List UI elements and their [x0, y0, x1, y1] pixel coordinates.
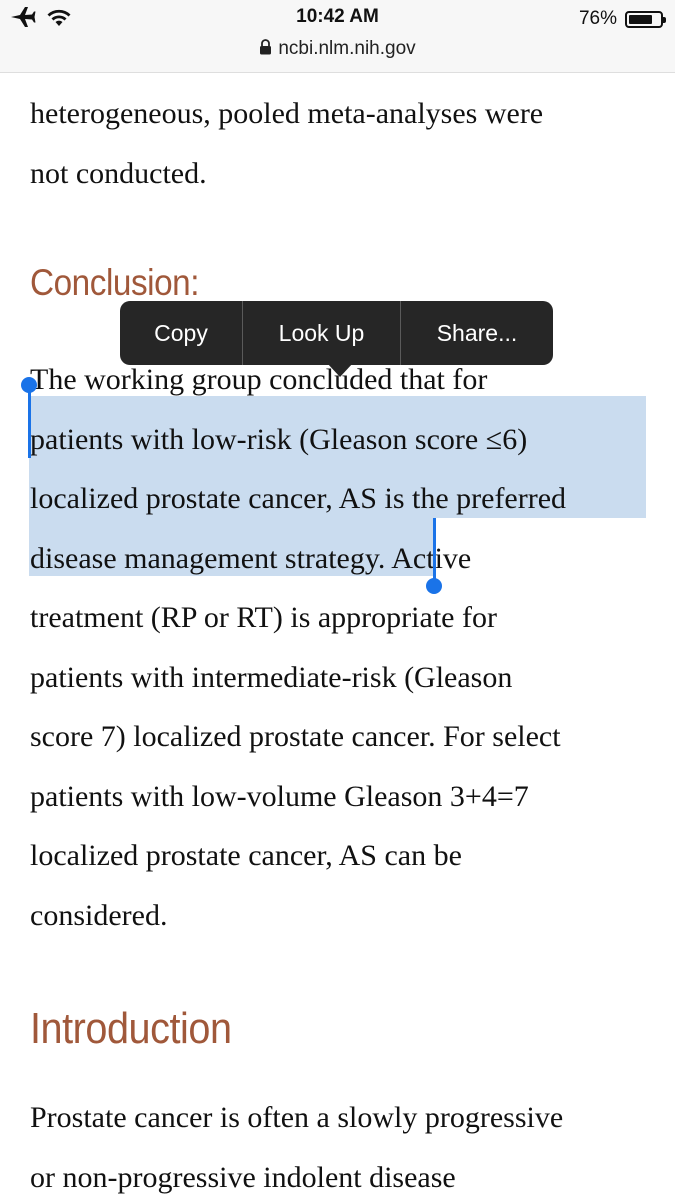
conclusion-paragraph[interactable]: The working group concluded that for pat… [30, 350, 650, 945]
selection-start-handle[interactable] [28, 388, 31, 458]
status-time: 10:42 AM [296, 6, 379, 27]
paragraph-line: treatment (RP or RT) is appropriate for [30, 601, 497, 634]
look-up-button[interactable]: Look Up [243, 301, 401, 365]
selected-text-end: disease management strategy. [30, 541, 386, 575]
paragraph-line: Prostate cancer is often a slowly progre… [30, 1101, 564, 1134]
status-right: 76% [578, 6, 666, 32]
conclusion-heading: Conclusion: [30, 262, 200, 303]
paragraph-line: patients with low-volume Gleason 3+4=7 [30, 779, 529, 813]
copy-button[interactable]: Copy [120, 301, 243, 365]
battery-fill [629, 14, 652, 24]
paragraph-line: heterogeneous, pooled meta-analyses were [30, 97, 544, 130]
unselected-text: Active [385, 541, 472, 575]
paragraph-line: patients with low-risk (Gleason score ≤6… [30, 422, 528, 456]
share-button[interactable]: Share... [401, 301, 553, 365]
battery-icon [625, 10, 666, 28]
lock-icon [259, 38, 272, 60]
selection-end-handle[interactable] [433, 518, 436, 580]
paragraph-line: considered. [30, 898, 168, 932]
paragraph-line: score 7) localized prostate cancer. For … [30, 720, 561, 753]
top-paragraph: heterogeneous, pooled meta-analyses were… [30, 84, 650, 203]
paragraph-line: or non-progressive indolent disease [30, 1160, 456, 1194]
address-bar[interactable]: ncbi.nlm.nih.gov [0, 38, 675, 60]
battery-percent: 76% [578, 8, 617, 29]
paragraph-line: localized prostate cancer, AS can be [30, 839, 462, 872]
url-text[interactable]: ncbi.nlm.nih.gov [278, 38, 415, 60]
introduction-heading: Introduction [30, 1004, 232, 1053]
introduction-paragraph: Prostate cancer is often a slowly progre… [30, 1088, 650, 1200]
status-bar: 10:42 AM 76% ncbi.nlm.nih.gov [0, 0, 675, 73]
callout-pointer [327, 363, 353, 377]
selection-end-handle-knob[interactable] [426, 578, 442, 594]
paragraph-line: not conducted. [30, 156, 207, 190]
paragraph-line: localized prostate cancer, AS is the pre… [30, 482, 567, 515]
paragraph-line: patients with intermediate-risk (Gleason [30, 660, 513, 694]
edit-callout-menu: Copy Look Up Share... [120, 301, 553, 365]
paragraph-line: disease management strategy. Active [30, 529, 650, 589]
